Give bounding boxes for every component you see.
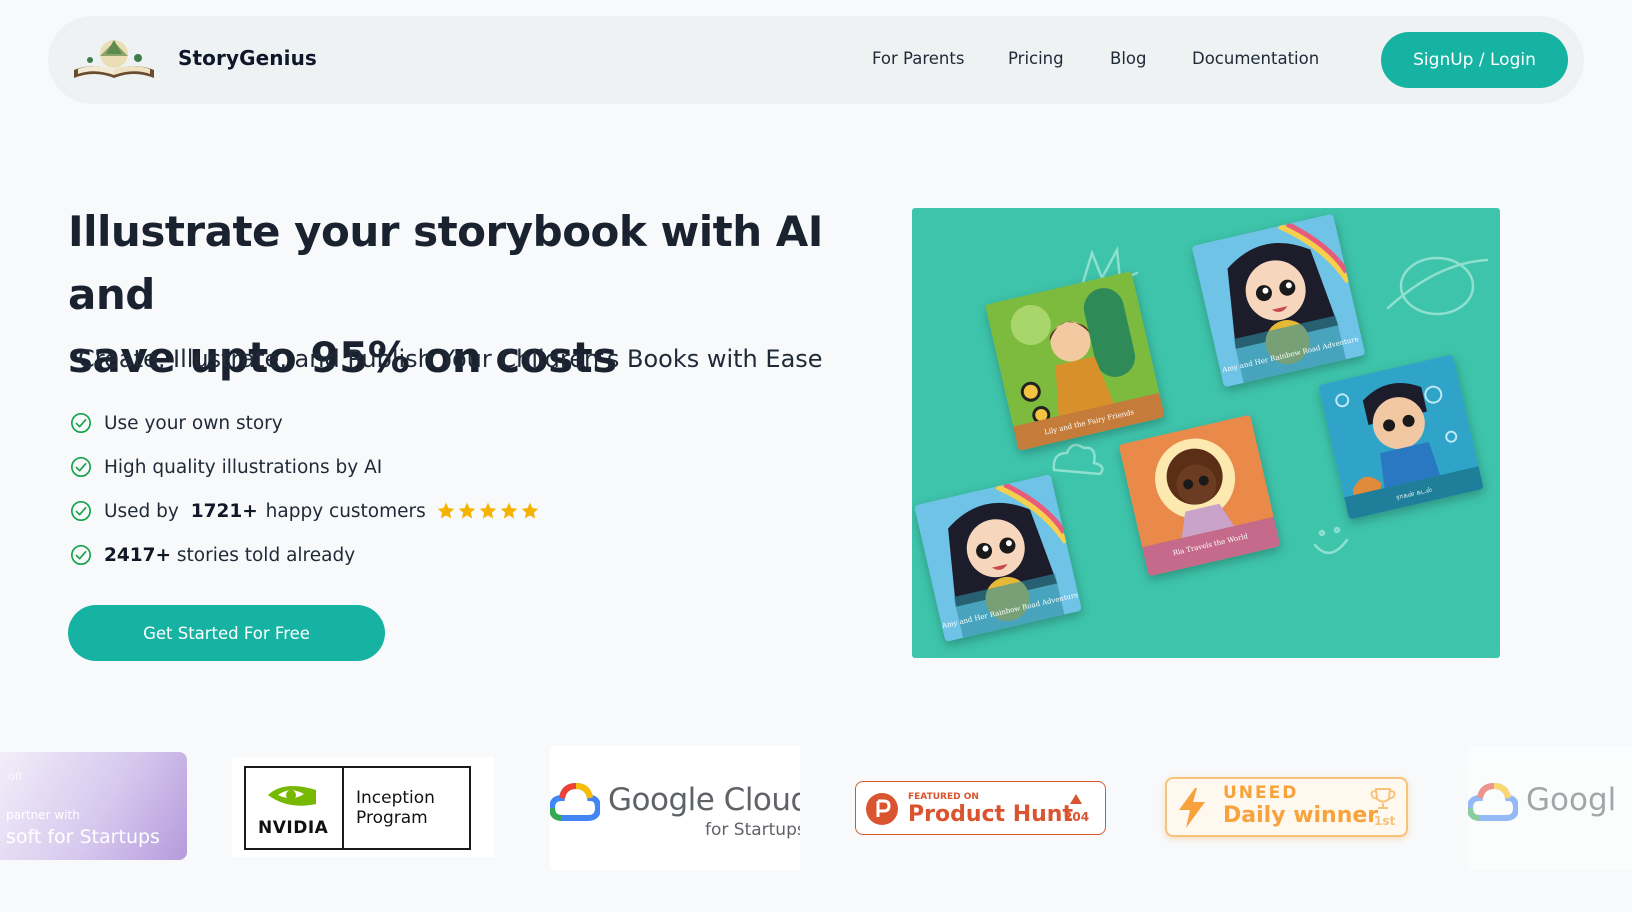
feature-item: 2417+ stories told already (70, 543, 355, 567)
product-hunt-featured: FEATURED ON (908, 792, 979, 802)
feature-text: stories told already (171, 544, 356, 566)
google-cloud-startups-badge[interactable]: Google Cloud for Startups (550, 746, 800, 870)
nvidia-program-line: Inception (356, 788, 435, 808)
ms-badge-line: partner with (6, 808, 80, 822)
nvidia-program-line: Program (356, 808, 428, 828)
google-cloud-sub: for Startups (705, 820, 800, 840)
google-cloud-name: Google Cloud (608, 782, 800, 818)
star-icon (458, 502, 476, 519)
microsoft-startups-badge[interactable]: oft partner with soft for Startups (0, 752, 187, 860)
product-hunt-badge[interactable]: FEATURED ON Product Hunt 204 (855, 781, 1106, 835)
star-icon (437, 502, 455, 519)
nvidia-wordmark: NVIDIA (258, 818, 329, 838)
hero-illustration: Lily and the Fairy Friends Amy and Her R… (912, 208, 1500, 658)
uneed-brand: UNEED (1223, 783, 1299, 803)
star-icon (479, 502, 497, 519)
google-cloud-icon (550, 782, 600, 821)
storybook-logo-icon[interactable] (70, 36, 158, 84)
feature-text: Used by (104, 500, 185, 522)
check-circle-icon (71, 501, 91, 521)
google-partial-badge[interactable]: Googl (1468, 746, 1632, 870)
uneed-label: Daily winner (1223, 803, 1379, 828)
nav-link-pricing[interactable]: Pricing (1008, 49, 1064, 68)
hero-title-line-1: Illustrate your storybook with AI and (68, 207, 823, 319)
uneed-rank: 1st (1374, 814, 1396, 828)
rating-stars (436, 501, 541, 521)
customer-count: 1721+ (190, 500, 258, 522)
feature-text: High quality illustrations by AI (104, 456, 383, 478)
feature-item: High quality illustrations by AI (70, 455, 382, 479)
ms-badge-line: oft (8, 770, 23, 783)
stories-count: 2417+ (104, 544, 171, 566)
nav-link-documentation[interactable]: Documentation (1192, 49, 1319, 68)
google-cloud-icon (1468, 782, 1518, 821)
upvote-icon (1070, 794, 1082, 804)
product-hunt-name: Product Hunt (908, 802, 1073, 827)
feature-item: Use your own story (70, 411, 283, 435)
check-circle-icon (71, 413, 91, 433)
ms-badge-title: soft for Startups (6, 826, 160, 848)
star-icon (500, 502, 518, 519)
nvidia-eye-icon (268, 786, 316, 806)
nav-link-blog[interactable]: Blog (1110, 49, 1146, 68)
trophy-icon (1370, 788, 1396, 809)
lightning-icon (1179, 788, 1205, 828)
check-circle-icon (71, 545, 91, 565)
product-hunt-icon (866, 793, 898, 825)
uneed-daily-winner-badge[interactable]: UNEED Daily winner 1st (1165, 777, 1408, 837)
brand-name[interactable]: StoryGenius (178, 46, 317, 70)
nav-link-for-parents[interactable]: For Parents (872, 49, 964, 68)
get-started-button[interactable]: Get Started For Free (68, 605, 385, 661)
navbar: StoryGenius For Parents Pricing Blog Doc… (48, 16, 1584, 104)
star-icon (521, 502, 539, 519)
google-partial-name: Googl (1526, 782, 1617, 818)
signup-login-button[interactable]: SignUp / Login (1381, 32, 1568, 88)
nvidia-inception-badge[interactable]: NVIDIA Inception Program (232, 757, 494, 857)
hero-subtitle: Create, Illustrate, and Publish Your Chi… (78, 345, 823, 373)
product-hunt-votes: 204 (1064, 810, 1090, 824)
feature-text: Use your own story (104, 412, 283, 434)
check-circle-icon (71, 457, 91, 477)
feature-text: happy customers (259, 500, 426, 522)
feature-item: Used by 1721+ happy customers (70, 499, 541, 523)
